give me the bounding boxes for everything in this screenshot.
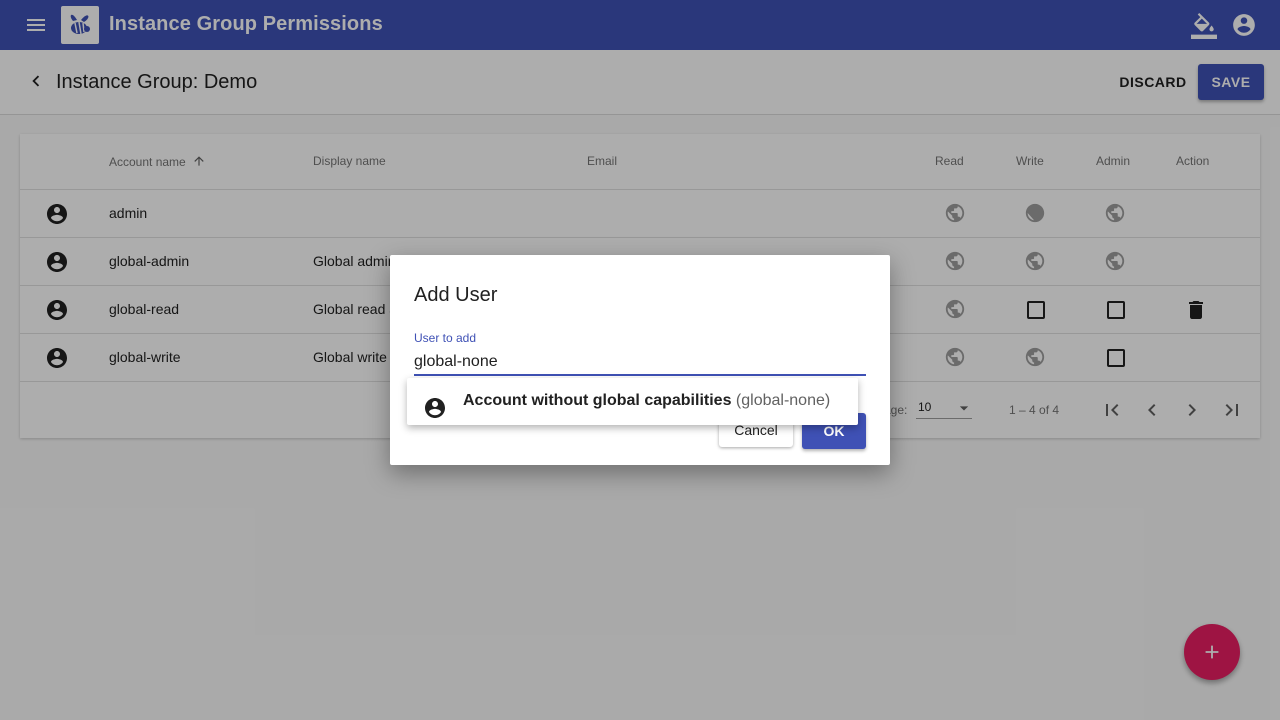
autocomplete-option[interactable]: Account without global capabilities (glo… [407,378,858,425]
autocomplete-panel: Account without global capabilities (glo… [407,378,858,425]
option-label: Account without global capabilities (glo… [463,392,830,410]
dialog-title: Add User [414,284,498,306]
user-to-add-input[interactable] [414,350,866,376]
account-circle-icon [423,396,447,420]
option-account-id: (global-none) [735,392,831,409]
option-display-name: Account without global capabilities [463,392,732,409]
user-field-label: User to add [414,331,477,345]
add-user-dialog: Add User User to add Cancel OK [390,255,890,465]
